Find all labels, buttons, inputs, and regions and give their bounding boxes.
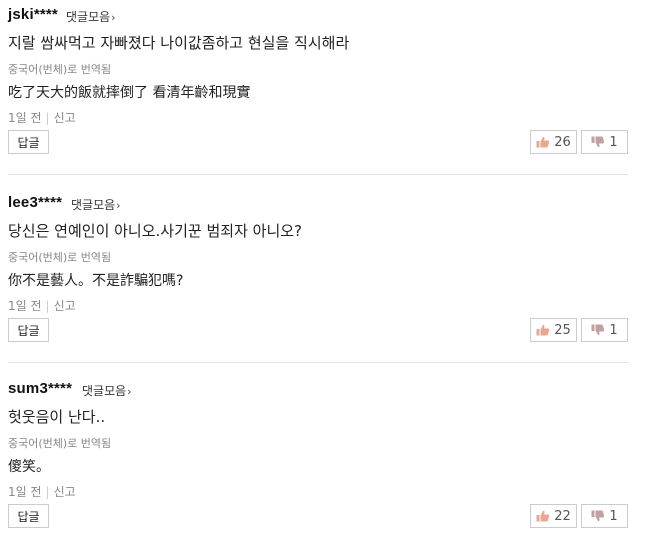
comment-original-text: 헛웃음이 난다.. [8,408,106,426]
dislike-count: 1 [609,322,618,338]
like-button[interactable]: 26 [530,130,577,154]
comment-username[interactable]: jski**** [8,6,58,23]
like-count: 25 [554,322,571,338]
like-button[interactable]: 25 [530,318,577,342]
meta-divider: | [45,485,50,499]
report-link[interactable]: 신고 [54,111,76,125]
reply-button[interactable]: 답글 [8,130,49,154]
comment-meta: 1일 전 | 신고 [8,109,76,126]
report-link[interactable]: 신고 [54,299,76,313]
meta-divider: | [45,111,50,125]
thumbs-up-icon [536,136,550,148]
comment-time: 1일 전 [8,485,42,499]
comment-original-text: 지랄 쌈싸먹고 자빠졌다 나이값좀하고 현실을 직시해라 [8,34,350,52]
comment-collection-link[interactable]: 댓글모음› [66,8,116,25]
translation-label: 중국어(번체)로 번역됨 [8,63,112,76]
comment-translated-text: 傻笑。 [8,459,50,475]
comment-meta: 1일 전 | 신고 [8,297,76,314]
comment-translated-text: 吃了天大的飯就摔倒了 看清年齡和現實 [8,85,251,101]
collection-label: 댓글모음 [82,384,127,398]
comment-username[interactable]: lee3**** [8,194,62,211]
comment-time: 1일 전 [8,299,42,313]
collection-label: 댓글모음 [71,198,116,212]
dislike-button[interactable]: 1 [581,504,628,528]
comment-collection-link[interactable]: 댓글모음› [82,382,132,399]
dislike-button[interactable]: 1 [581,318,628,342]
comment-divider [8,362,628,363]
chevron-right-icon: › [111,11,116,24]
comment-translated-text: 你不是藝人。不是詐騙犯嗎? [8,273,184,289]
thumbs-up-icon [536,510,550,522]
like-button[interactable]: 22 [530,504,577,528]
thumbs-down-icon [591,324,605,336]
chevron-right-icon: › [127,385,132,398]
thumbs-down-icon [591,510,605,522]
dislike-count: 1 [609,508,618,524]
comment-divider [8,174,628,175]
comment-collection-link[interactable]: 댓글모음› [71,196,121,213]
comment-time: 1일 전 [8,111,42,125]
dislike-count: 1 [609,134,618,150]
reply-button[interactable]: 답글 [8,318,49,342]
report-link[interactable]: 신고 [54,485,76,499]
meta-divider: | [45,299,50,313]
like-count: 22 [554,508,571,524]
comment-username[interactable]: sum3**** [8,380,72,397]
like-count: 26 [554,134,571,150]
dislike-button[interactable]: 1 [581,130,628,154]
translation-label: 중국어(번체)로 번역됨 [8,437,112,450]
translation-label: 중국어(번체)로 번역됨 [8,251,112,264]
collection-label: 댓글모음 [66,10,111,24]
chevron-right-icon: › [116,199,121,212]
thumbs-up-icon [536,324,550,336]
thumbs-down-icon [591,136,605,148]
comment-original-text: 당신은 연예인이 아니오.사기꾼 범죄자 아니오? [8,222,303,240]
comment-meta: 1일 전 | 신고 [8,483,76,500]
reply-button[interactable]: 답글 [8,504,49,528]
